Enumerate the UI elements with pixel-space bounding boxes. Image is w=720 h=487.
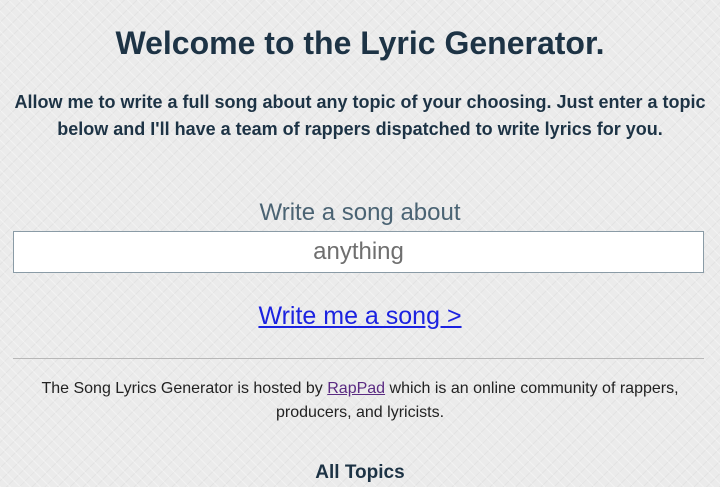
footer-text-before: The Song Lyrics Generator is hosted by [41, 380, 328, 397]
rappad-link[interactable]: RapPad [327, 380, 385, 397]
write-song-link[interactable]: Write me a song > [258, 302, 461, 330]
footer-note: The Song Lyrics Generator is hosted by R… [20, 377, 700, 425]
divider [13, 358, 704, 359]
topic-input[interactable] [13, 231, 704, 273]
intro-text: Allow me to write a full song about any … [14, 92, 706, 139]
page-title: Welcome to the Lyric Generator. [115, 25, 605, 61]
all-topics-heading: All Topics [315, 462, 405, 483]
submit-link-container: Write me a song > [0, 300, 720, 332]
prompt-label: Write a song about [259, 199, 461, 226]
